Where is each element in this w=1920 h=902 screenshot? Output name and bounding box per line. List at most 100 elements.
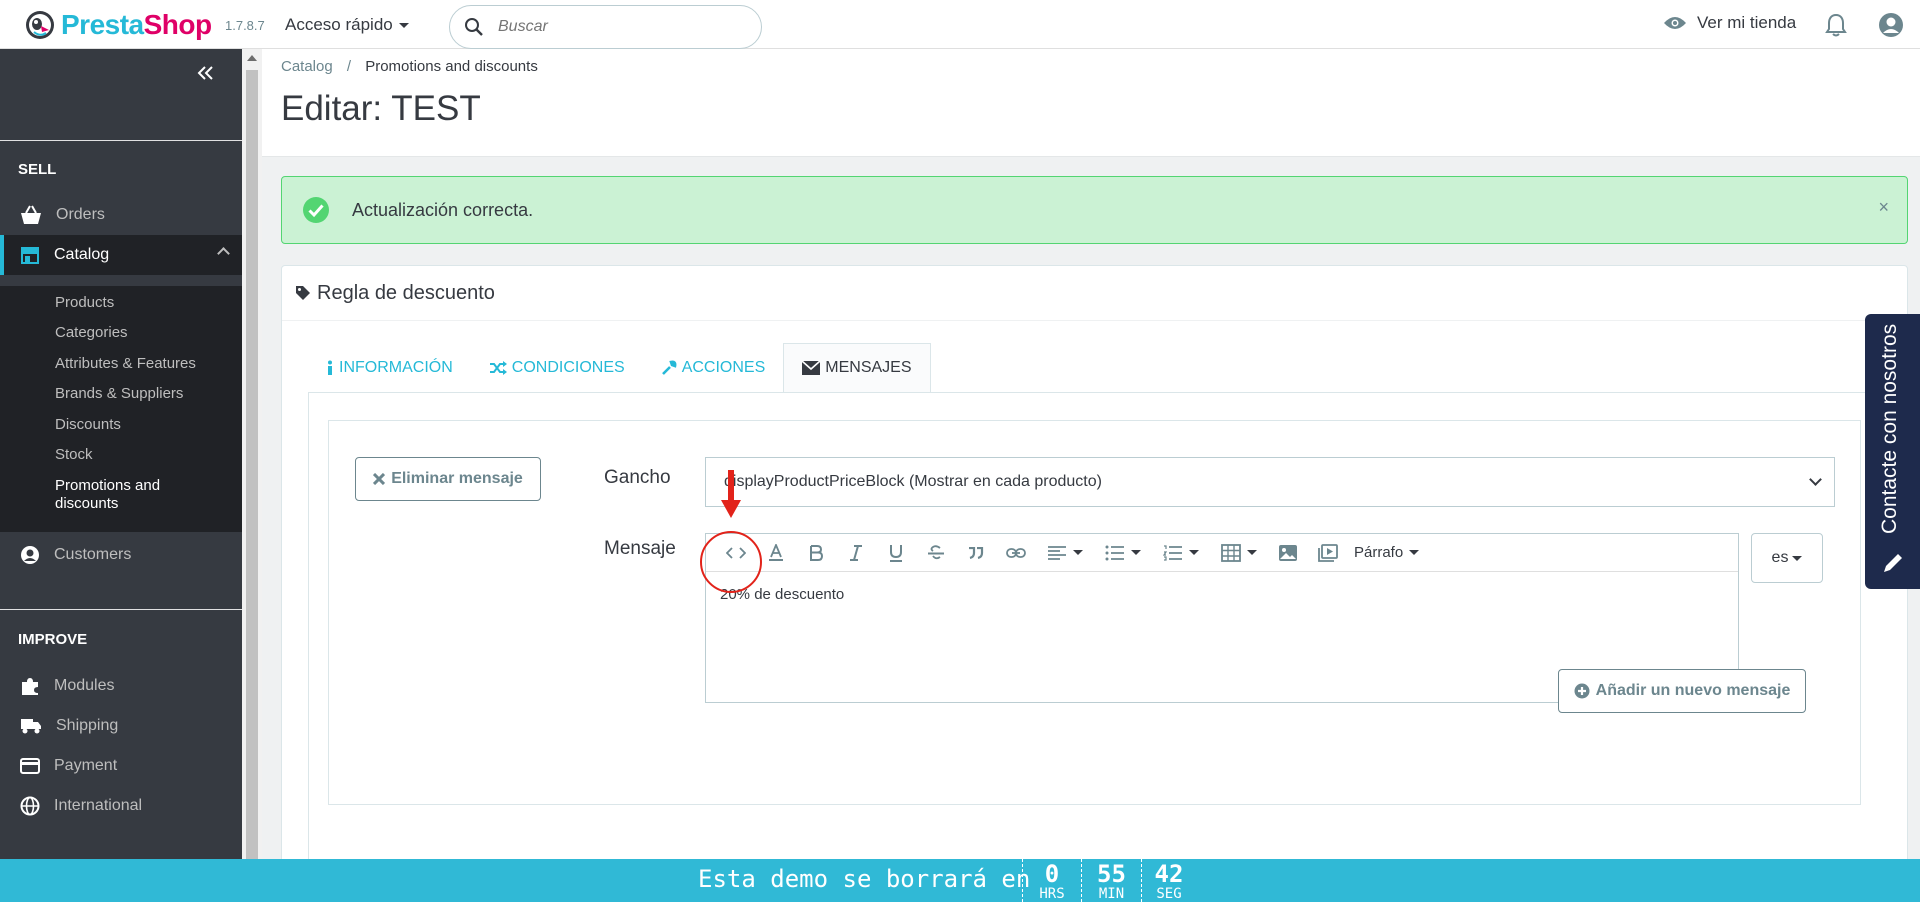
annotation-arrow-icon	[721, 470, 741, 518]
text-color-icon[interactable]	[756, 534, 796, 572]
eye-icon	[1664, 17, 1686, 29]
sidebar-item-shipping[interactable]: Shipping	[0, 706, 242, 746]
underline-icon[interactable]	[876, 534, 916, 572]
countdown-seconds-value: 42	[1154, 860, 1184, 888]
sidebar-item-catalog[interactable]: Catalog	[0, 235, 242, 275]
image-icon[interactable]	[1268, 534, 1308, 572]
language-value: es	[1771, 549, 1789, 566]
truck-icon	[21, 719, 41, 734]
editor-content[interactable]: 20% de descuento	[706, 572, 1738, 617]
submenu-brands-suppliers[interactable]: Brands & Suppliers	[55, 385, 183, 402]
tab-label: CONDICIONES	[511, 359, 625, 376]
view-shop-link[interactable]: Ver mi tienda	[1663, 13, 1796, 33]
annotation-highlight-circle	[700, 531, 762, 593]
sidebar-item-modules[interactable]: Modules	[0, 666, 242, 706]
user-account-icon[interactable]	[1878, 12, 1904, 38]
globe-icon	[20, 796, 40, 816]
sidebar-item-label: Catalog	[54, 246, 110, 263]
delete-message-label: Eliminar mensaje	[391, 470, 523, 487]
submenu-discounts[interactable]: Discounts	[55, 416, 121, 433]
collapse-sidebar-icon[interactable]	[196, 65, 214, 81]
language-dropdown[interactable]: es	[1751, 533, 1823, 583]
credit-card-icon	[20, 758, 40, 774]
page-title: Editar: TEST	[281, 89, 481, 128]
bullet-list-dropdown[interactable]	[1094, 534, 1152, 572]
submenu-stock[interactable]: Stock	[55, 446, 93, 463]
tab-condiciones[interactable]: CONDICIONES	[471, 343, 643, 393]
sidebar-item-label: Payment	[54, 757, 118, 774]
add-message-button[interactable]: Añadir un nuevo mensaje	[1558, 669, 1806, 713]
message-label: Mensaje	[604, 538, 676, 559]
submenu-promotions-line2[interactable]: discounts	[55, 495, 118, 512]
numbered-list-dropdown[interactable]	[1152, 534, 1210, 572]
add-message-label: Añadir un nuevo mensaje	[1595, 682, 1791, 699]
close-alert-icon[interactable]: ×	[1878, 197, 1889, 218]
breadcrumb-catalog[interactable]: Catalog	[281, 58, 333, 75]
submenu-attributes-features[interactable]: Attributes & Features	[55, 355, 196, 372]
shuffle-icon	[489, 361, 507, 375]
tag-icon	[296, 286, 310, 300]
sidebar-item-customers[interactable]: Customers	[0, 535, 242, 575]
puffin-logo-icon	[26, 11, 54, 39]
tab-acciones[interactable]: ACCIONES	[643, 343, 784, 393]
demo-countdown-bar: Esta demo se borrará en 0 HRS 55 MIN 42 …	[0, 859, 1920, 902]
submenu-promotions-line1[interactable]: Promotions and	[55, 477, 160, 494]
sidebar-item-international[interactable]: International	[0, 786, 242, 826]
sidebar-item-payment[interactable]: Payment	[0, 746, 242, 786]
customer-icon	[21, 546, 39, 564]
logo-text-shop: Shop	[143, 9, 213, 40]
panel-heading: Regla de descuento	[282, 266, 1907, 321]
logo-text-presta: Presta	[61, 9, 144, 40]
scrollbar-thumb[interactable]	[246, 70, 258, 865]
notifications-bell-icon[interactable]	[1825, 13, 1847, 37]
submenu-categories[interactable]: Categories	[55, 324, 128, 341]
sidebar-scrollbar[interactable]	[242, 49, 262, 865]
italic-icon[interactable]	[836, 534, 876, 572]
contact-us-tab[interactable]: Contacte con nosotros	[1865, 314, 1920, 589]
caret-down-icon	[1409, 550, 1420, 555]
table-dropdown[interactable]	[1210, 534, 1268, 572]
sidebar-item-label: International	[54, 797, 143, 814]
countdown-text: Esta demo se borrará en	[698, 865, 1031, 893]
submenu-products[interactable]: Products	[55, 294, 114, 311]
sidebar-item-orders[interactable]: Orders	[0, 195, 242, 235]
quick-access-dropdown[interactable]: Acceso rápido	[285, 15, 409, 35]
paragraph-format-dropdown[interactable]: Párrafo	[1354, 544, 1420, 561]
bold-icon[interactable]	[796, 534, 836, 572]
sidebar-nav: SELL Orders Catalog Products Categories …	[0, 49, 242, 859]
sidebar-divider	[0, 609, 242, 610]
tab-bar: INFORMACIÓN CONDICIONES ACCIONES MENSAJE…	[308, 343, 931, 393]
version-label: 1.7.8.7	[225, 18, 265, 33]
quote-icon[interactable]	[956, 534, 996, 572]
chevron-down-icon	[1809, 473, 1822, 486]
sidebar-item-label: Modules	[54, 677, 115, 694]
quick-access-label: Acceso rápido	[285, 15, 393, 34]
main-content: Catalog / Promotions and discounts Edita…	[262, 49, 1920, 859]
hook-select[interactable]: displayProductPriceBlock (Mostrar en cad…	[705, 457, 1835, 507]
prestashop-logo[interactable]: PrestaShop	[25, 9, 212, 41]
countdown-minutes: 55 MIN	[1082, 859, 1142, 902]
sidebar-section-sell: SELL	[18, 161, 57, 178]
search-box[interactable]	[449, 5, 762, 49]
countdown-seconds-label: SEG	[1156, 886, 1182, 902]
tab-mensajes[interactable]: MENSAJES	[783, 343, 931, 393]
tab-informacion[interactable]: INFORMACIÓN	[308, 343, 471, 393]
editor-toolbar: Párrafo	[706, 534, 1738, 572]
search-input[interactable]	[496, 17, 736, 37]
strikethrough-icon[interactable]	[916, 534, 956, 572]
scroll-up-arrow-icon[interactable]	[247, 55, 257, 61]
sidebar-item-label: Orders	[56, 206, 105, 223]
bullet-list-icon	[1105, 545, 1124, 560]
align-dropdown[interactable]	[1036, 534, 1094, 572]
link-icon[interactable]	[996, 534, 1036, 572]
media-icon[interactable]	[1308, 534, 1348, 572]
check-circle-icon	[303, 197, 329, 223]
align-left-icon	[1048, 545, 1066, 560]
caret-down-icon	[1189, 550, 1199, 555]
page-toolbar: Catalog / Promotions and discounts Edita…	[262, 49, 1920, 157]
caret-down-icon	[1073, 550, 1083, 555]
hook-select-value: displayProductPriceBlock (Mostrar en cad…	[724, 473, 1102, 490]
puzzle-icon	[22, 678, 38, 695]
countdown-hours-value: 0	[1044, 860, 1060, 888]
delete-message-button[interactable]: Eliminar mensaje	[355, 457, 541, 501]
